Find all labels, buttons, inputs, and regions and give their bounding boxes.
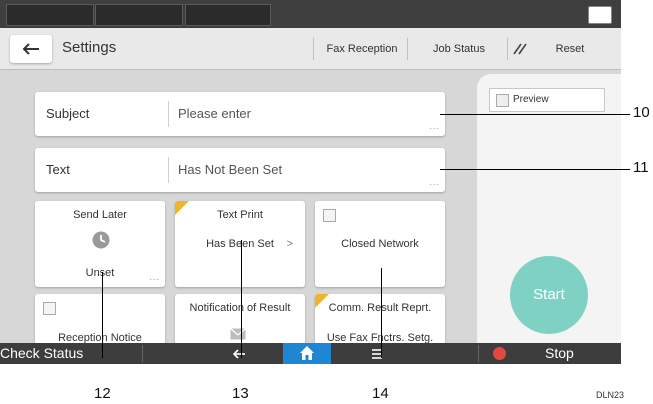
closed-network-title: Closed Network [341, 238, 419, 250]
text-field[interactable]: Text Has Not Been Set ··· [35, 148, 445, 192]
send-later-title: Send Later [73, 209, 127, 221]
status-segment [95, 4, 183, 26]
checkbox[interactable] [323, 209, 336, 222]
reset-button[interactable]: Reset [540, 28, 600, 70]
text-value: Has Not Been Set [178, 162, 283, 177]
clock-icon [92, 231, 110, 249]
notification-title: Notification of Result [189, 302, 291, 314]
home-button[interactable] [283, 343, 331, 364]
subject-label: Subject [46, 106, 90, 121]
callout-line [440, 114, 630, 115]
subject-value: Please enter [178, 106, 251, 121]
text-print-title: Text Print [217, 209, 263, 221]
device-panel: Settings Fax Reception Job Status Reset … [0, 0, 621, 364]
text-label: Text [46, 162, 70, 177]
divider [142, 345, 143, 362]
app-header: Settings Fax Reception Job Status Reset [0, 28, 621, 70]
send-later-tile[interactable]: Send Later Unset ··· [35, 201, 165, 287]
divider [407, 38, 408, 60]
send-later-status: Unset [85, 267, 115, 279]
stop-button[interactable]: Stop [545, 345, 574, 361]
energy-saver-icon[interactable] [588, 6, 612, 24]
divider [168, 157, 169, 183]
status-segment [6, 4, 94, 26]
fax-reception-button[interactable]: Fax Reception [318, 28, 406, 70]
checkbox[interactable] [43, 302, 56, 315]
more-icon: ··· [429, 179, 439, 190]
more-icon: ··· [429, 123, 439, 134]
callout-13: 13 [232, 385, 249, 402]
callout-line [381, 268, 382, 358]
checkbox [496, 94, 509, 107]
mail-icon [230, 328, 246, 340]
closed-network-tile[interactable]: Closed Network [315, 201, 445, 287]
figure-id: DLN23 [596, 390, 625, 400]
chevron-right-icon: > [286, 238, 293, 250]
callout-line [440, 169, 630, 170]
subject-field[interactable]: Subject Please enter ··· [35, 92, 445, 136]
callout-10: 10 [633, 104, 650, 121]
callout-line [102, 272, 103, 358]
back-icon[interactable] [232, 348, 246, 360]
text-print-tile[interactable]: Text Print Has Been Set > [175, 201, 305, 287]
job-status-button[interactable]: Job Status [412, 28, 506, 70]
reset-icon[interactable] [511, 41, 529, 62]
home-icon [300, 346, 314, 360]
text-print-status: Has Been Set [206, 238, 274, 250]
callout-14: 14 [372, 385, 389, 402]
divider [507, 38, 508, 60]
comm-result-title: Comm. Result Reprt. [328, 302, 432, 314]
check-status-button[interactable]: Check Status [0, 345, 83, 361]
callout-11: 11 [633, 159, 649, 176]
start-button[interactable]: Start [510, 256, 588, 334]
more-icon: ··· [149, 274, 159, 285]
callout-line [241, 240, 242, 358]
preview-checkbox[interactable]: Preview [489, 88, 605, 112]
divider [478, 345, 479, 362]
status-bar [0, 0, 621, 28]
back-button[interactable] [10, 35, 52, 63]
back-arrow-icon [22, 43, 39, 55]
bottom-bar: Check Status Stop [0, 343, 621, 364]
divider [168, 101, 169, 127]
preview-label: Preview [513, 94, 549, 105]
page-title: Settings [62, 39, 117, 56]
stop-icon[interactable] [493, 347, 506, 360]
divider [313, 38, 314, 60]
callout-12: 12 [94, 385, 111, 402]
status-segment [185, 4, 271, 26]
